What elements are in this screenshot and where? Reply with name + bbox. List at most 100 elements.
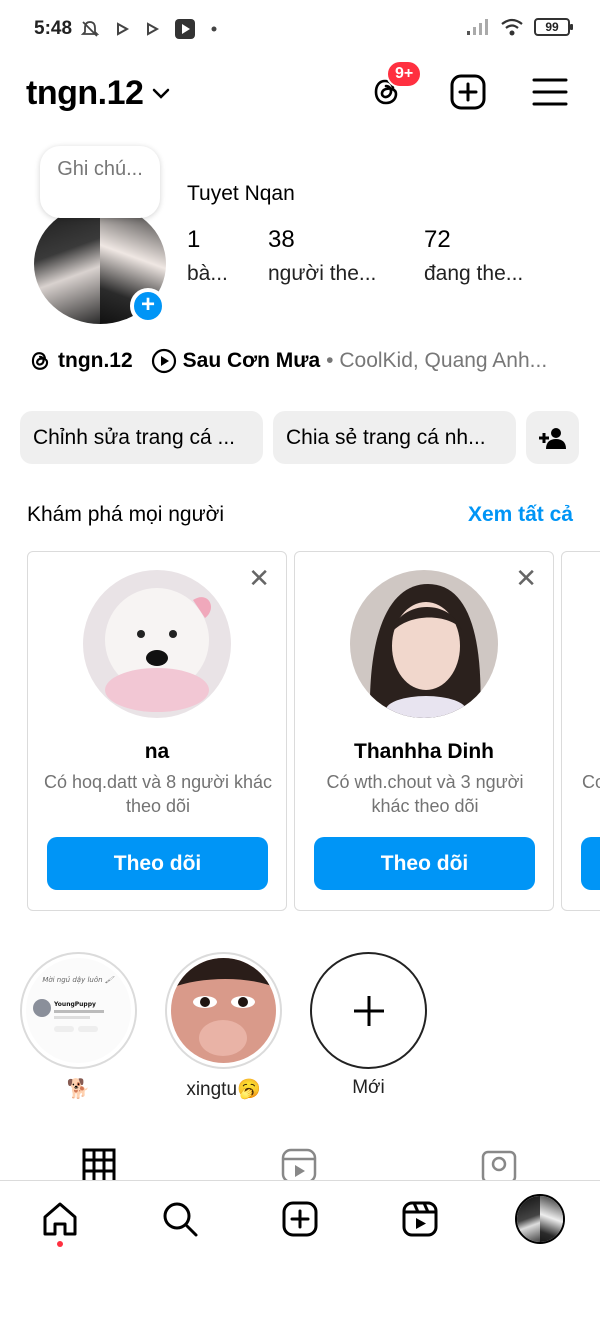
highlight-ring: Mời ngủ dậy luôn 🖌 YoungPuppy xyxy=(20,952,137,1069)
profile-song-artists: • CoolKid, Quang Anh... xyxy=(326,349,548,372)
stat-followers[interactable]: 38 người the... xyxy=(268,226,376,286)
play-icon xyxy=(147,22,160,36)
profile-section: + Ghi chú... Tuyet Nqan 1 bà... 38 người… xyxy=(0,140,600,330)
new-highlight-button[interactable]: Mới xyxy=(310,952,427,1101)
grid-icon xyxy=(82,1148,116,1180)
header-actions: 9+ xyxy=(366,60,570,112)
highlight-cover xyxy=(171,958,276,1063)
highlight-item[interactable]: Mời ngủ dậy luôn 🖌 YoungPuppy 🐕 xyxy=(20,952,137,1101)
home-icon xyxy=(43,1202,77,1236)
add-story-icon[interactable]: + xyxy=(130,288,166,324)
highlight-ring xyxy=(165,952,282,1069)
discover-header: Khám phá mọi người Xem tất cả xyxy=(27,503,573,527)
stat-label: đang the... xyxy=(424,262,524,285)
display-name: Tuyet Nqan xyxy=(187,182,295,205)
notification-badge: 9+ xyxy=(386,60,423,88)
profile-actions: Chỉnh sửa trang cá ... Chia sẻ trang cá … xyxy=(20,411,579,464)
discover-people-button[interactable] xyxy=(526,411,579,464)
profile-header: tngn.12 9+ xyxy=(0,58,600,130)
dot-icon xyxy=(211,26,217,32)
suggestion-card[interactable]: ✕ na Có hoq.datt và 8 người khác theo dõ… xyxy=(27,551,287,911)
nav-reels[interactable] xyxy=(398,1197,442,1241)
profile-avatar[interactable]: + xyxy=(34,204,166,324)
highlight-label: Mới xyxy=(352,1077,385,1098)
signal-icon xyxy=(467,19,488,35)
suggestion-name: Thanhha Dinh xyxy=(354,740,494,763)
add-person-icon xyxy=(538,427,566,449)
suggestion-avatar[interactable] xyxy=(350,570,498,718)
close-icon[interactable]: ✕ xyxy=(248,565,270,591)
suggestion-name: na xyxy=(144,740,170,763)
highlight-label: xingtu🥱 xyxy=(186,1079,261,1100)
suggestion-card[interactable]: ✕ Thanhha Dinh Có wth.chout và 3 người k… xyxy=(294,551,554,911)
profile-links: tngn.12 Sau Cơn Mưa • CoolKid, Quang Anh… xyxy=(28,348,547,374)
home-notification-dot xyxy=(57,1241,63,1247)
suggestion-card[interactable]: Co xyxy=(561,551,600,911)
threads-handle-link[interactable]: tngn.12 xyxy=(58,349,133,373)
highlight-preview-title: Mời ngủ dậy luôn 🖌 xyxy=(42,976,114,984)
suggestion-mutuals: Co xyxy=(582,772,600,792)
highlight-cover: Mời ngủ dậy luôn 🖌 YoungPuppy xyxy=(26,958,131,1063)
stat-following[interactable]: 72 đang the... xyxy=(424,226,523,286)
reels-icon xyxy=(281,1148,317,1180)
search-icon xyxy=(163,1202,198,1237)
story-highlights: Mời ngủ dậy luôn 🖌 YoungPuppy 🐕 xingtu🥱 xyxy=(20,952,427,1101)
threads-button[interactable]: 9+ xyxy=(366,60,423,112)
tab-tagged[interactable] xyxy=(481,1146,521,1180)
highlight-label: 🐕 xyxy=(66,1079,91,1100)
nav-create[interactable] xyxy=(278,1197,322,1241)
highlight-item[interactable]: xingtu🥱 xyxy=(165,952,282,1101)
reels-icon xyxy=(402,1201,438,1237)
nav-profile[interactable] xyxy=(514,1193,566,1245)
status-bar: 5:48 99 xyxy=(0,0,600,58)
suggestion-carousel[interactable]: ✕ na Có hoq.datt và 8 người khác theo dõ… xyxy=(27,551,600,911)
edit-profile-button[interactable]: Chỉnh sửa trang cá ... xyxy=(20,411,263,464)
tagged-person-icon xyxy=(481,1150,517,1180)
suggestion-mutuals: Có hoq.datt và 8 người khác theo dõi xyxy=(44,772,272,816)
threads-icon xyxy=(31,352,49,370)
plus-square-icon xyxy=(450,74,486,110)
video-app-icon xyxy=(175,19,195,39)
close-icon[interactable]: ✕ xyxy=(515,565,537,591)
chevron-down-icon xyxy=(153,88,170,99)
stat-label: bà... xyxy=(187,262,228,285)
status-notification-icons xyxy=(80,18,218,40)
header-username: tngn.12 xyxy=(26,74,144,112)
wifi-icon xyxy=(501,18,523,36)
profile-avatar-icon xyxy=(515,1194,565,1244)
account-switcher[interactable]: tngn.12 xyxy=(26,74,171,113)
follow-button[interactable] xyxy=(581,837,600,890)
follow-button[interactable]: Theo dõi xyxy=(314,837,535,890)
highlight-preview-user: YoungPuppy xyxy=(53,1001,96,1008)
plus-icon xyxy=(353,995,384,1026)
follow-button[interactable]: Theo dõi xyxy=(47,837,268,890)
suggestion-avatar[interactable] xyxy=(83,570,231,718)
highlight-ring xyxy=(310,952,427,1069)
status-system-icons: 99 xyxy=(466,18,573,36)
status-time: 5:48 xyxy=(34,18,73,39)
nav-home[interactable] xyxy=(38,1197,82,1247)
muted-bell-icon xyxy=(80,21,100,37)
plus-square-icon xyxy=(282,1201,318,1237)
music-play-icon xyxy=(151,348,176,374)
tab-reels[interactable] xyxy=(281,1146,321,1180)
suggestion-mutuals: Có wth.chout và 3 người khác theo dõi xyxy=(326,772,524,816)
discover-title: Khám phá mọi người xyxy=(27,503,225,526)
play-icon xyxy=(117,22,130,36)
stat-label: người the... xyxy=(268,262,377,285)
share-profile-button[interactable]: Chia sẻ trang cá nh... xyxy=(273,411,516,464)
bottom-navigation xyxy=(0,1180,600,1256)
note-bubble[interactable]: Ghi chú... xyxy=(40,146,160,218)
hamburger-menu-icon xyxy=(532,78,568,106)
create-button[interactable] xyxy=(448,72,488,112)
nav-search[interactable] xyxy=(158,1197,202,1241)
content-tabs xyxy=(0,1146,600,1180)
tab-posts-grid[interactable] xyxy=(82,1146,122,1180)
stat-posts[interactable]: 1 bà... xyxy=(187,226,228,286)
battery-indicator: 99 xyxy=(534,18,573,36)
profile-song-title[interactable]: Sau Cơn Mưa xyxy=(183,349,320,373)
stat-count: 38 xyxy=(268,226,295,253)
stat-count: 1 xyxy=(187,226,201,253)
menu-button[interactable] xyxy=(530,72,570,112)
see-all-link[interactable]: Xem tất cả xyxy=(468,503,573,527)
